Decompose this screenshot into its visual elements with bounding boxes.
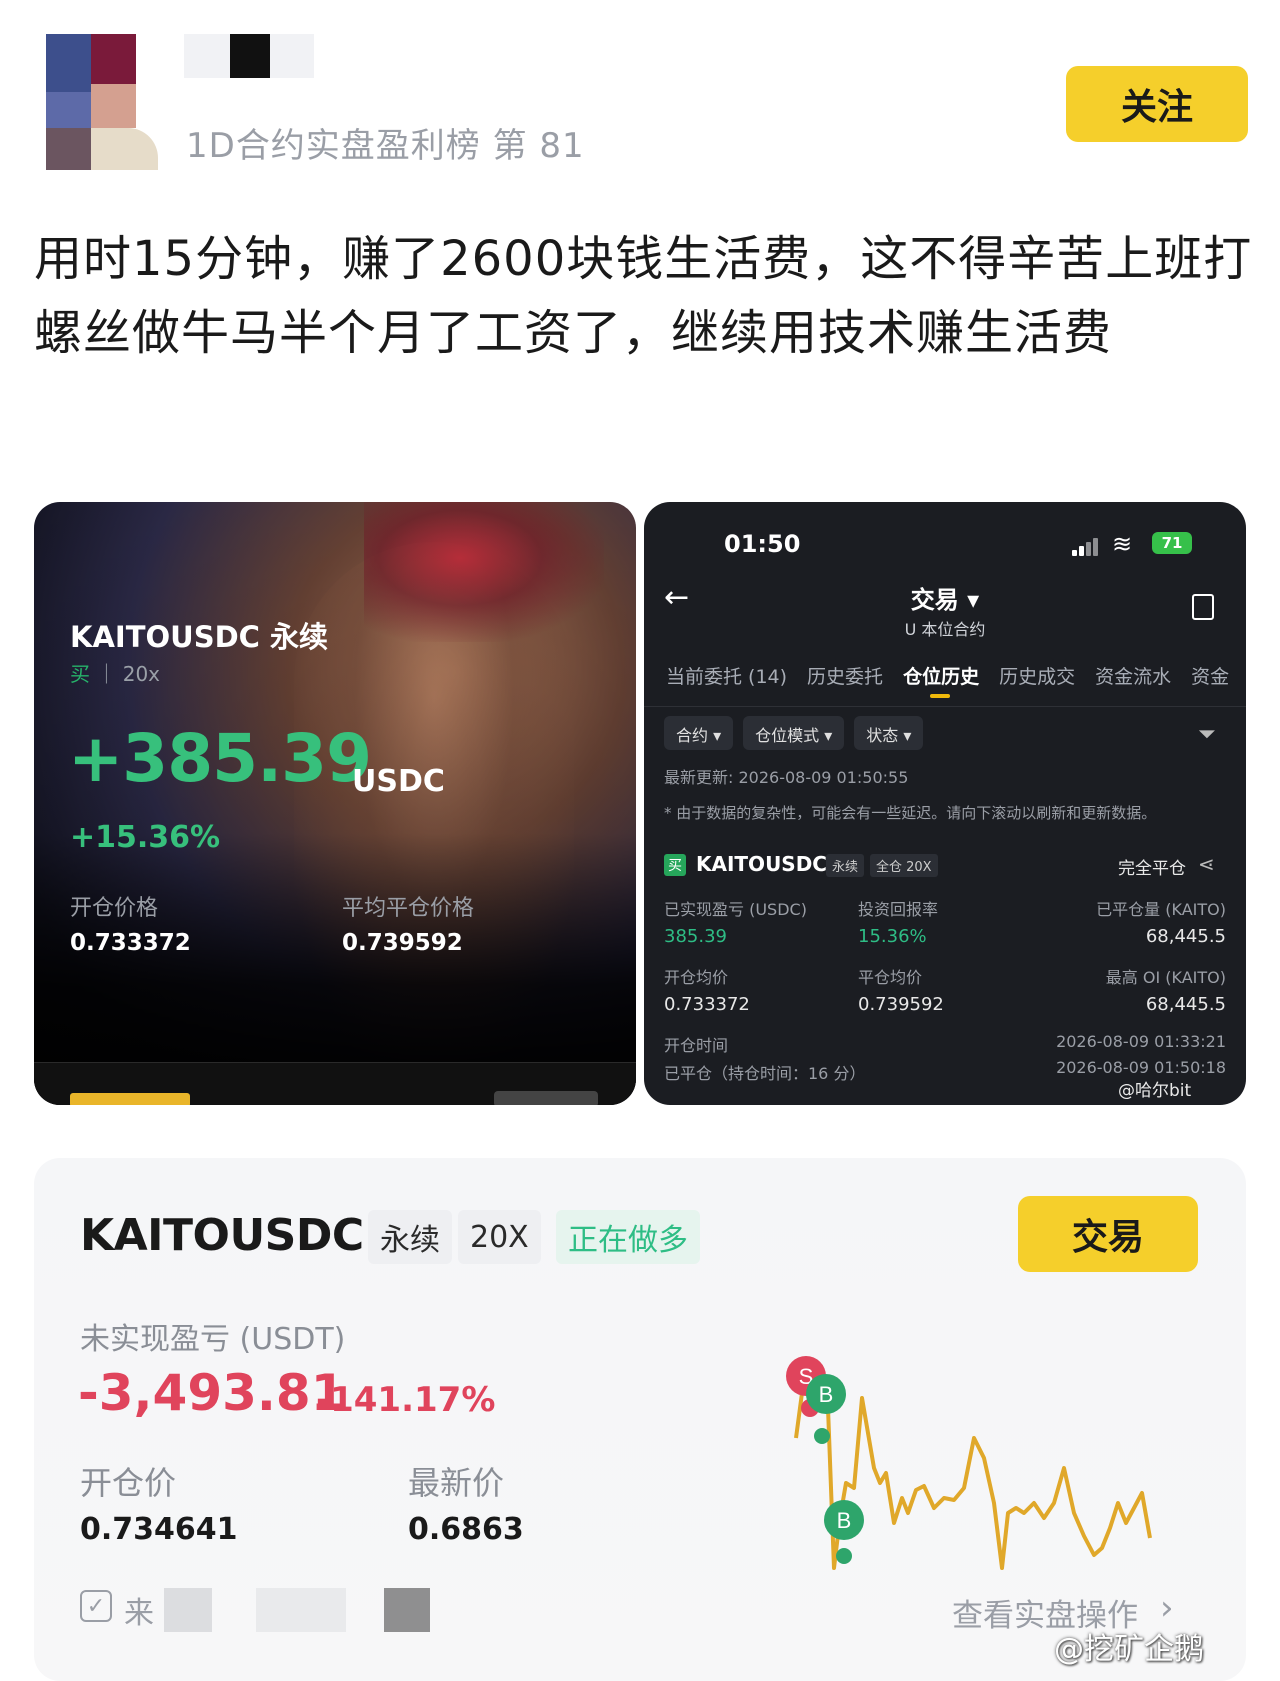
entry-price-value: 0.734641 [80, 1512, 238, 1547]
last-updated: 最新更新: 2026-08-09 01:50:55 [664, 768, 909, 787]
exit-price-label: 平仓均价 [858, 968, 923, 987]
avatar[interactable] [46, 34, 158, 170]
entry-price-label: 开仓价 [80, 1464, 177, 1502]
position-card-symbol: KAITOUSDC [80, 1210, 364, 1261]
share-card-symbol: KAITOUSDC 永续 [70, 620, 329, 654]
app-title[interactable]: 交易 ▾ [644, 580, 1246, 615]
close-time-value: 2026-08-09 01:50:18 [1056, 1058, 1226, 1077]
follow-button[interactable]: 关注 [1066, 66, 1248, 142]
signal-icon [1072, 538, 1102, 556]
tab-trade-history[interactable]: 历史成交 [999, 662, 1075, 689]
leverage-tag: 20X [458, 1210, 541, 1264]
trade-dot [836, 1548, 852, 1564]
filter-position-mode[interactable]: 仓位模式 ▾ [743, 716, 845, 750]
svg-text:B: B [819, 1382, 834, 1407]
app-subtitle: U 本位合约 [904, 620, 986, 639]
back-arrow-icon[interactable]: ← [664, 580, 689, 615]
tab-position-history[interactable]: 仓位历史 [903, 662, 979, 689]
last-price-value: 0.6863 [408, 1512, 524, 1547]
post-text: 用时15分钟，赚了2600块钱生活费，这不得辛苦上班打螺丝做牛马半个月了工资了，… [34, 231, 1253, 361]
open-time-label: 开仓时间 [664, 1036, 729, 1055]
share-icon[interactable]: ⋖ [1198, 852, 1215, 876]
share-card-close-label: 平均平仓价格 [342, 896, 475, 921]
unrealized-pnl-pct: -141.17% [316, 1380, 496, 1420]
roi-value: 15.36% [858, 926, 927, 947]
svg-text:B: B [837, 1508, 852, 1533]
redacted-block [256, 1588, 346, 1632]
username-redacted [184, 30, 324, 84]
app-screenshot-image[interactable]: 01:50 ≋ 71 交易 ▾ ← U 本位合约 当前委托 (14) 历史委托 仓位… [644, 502, 1246, 1105]
rank-badge-text: 1D合约实盘盈利榜 第 81 [186, 126, 585, 166]
download-icon[interactable] [1192, 594, 1214, 620]
share-card-footer [34, 1062, 636, 1105]
perpetual-tag: 永续 [826, 854, 865, 877]
long-status-tag: 正在做多 [556, 1210, 700, 1264]
share-card-pnl-unit: USDC [352, 764, 445, 799]
source-label: 来 [124, 1596, 154, 1631]
filter-bar: 合约 ▾ 仓位模式 ▾ 状态 ▾ [664, 716, 933, 750]
status-bar-time: 01:50 [724, 530, 801, 558]
margin-mode-tag: 全仓 20X [870, 854, 938, 877]
price-sparkline: S B B [786, 1356, 1152, 1570]
entry-price-value: 0.733372 [664, 994, 750, 1015]
unrealized-pnl-value: -3,493.81 [78, 1364, 346, 1422]
closed-qty-label: 已平仓量 (KAITO) [1096, 900, 1226, 919]
last-price-label: 最新价 [408, 1464, 505, 1502]
exit-price-value: 0.739592 [858, 994, 944, 1015]
weibo-watermark: @挖矿企鹅 [1054, 1632, 1204, 1667]
position-symbol: KAITOUSDC [696, 852, 827, 876]
trade-marker-buy: B [824, 1500, 864, 1540]
realized-pnl-label: 已实现盈亏 (USDC) [664, 900, 807, 919]
post-header: 1D合约实盘盈利榜 第 81 关注 [0, 0, 1280, 190]
close-status: 完全平仓 [1118, 859, 1186, 879]
tab-order-history[interactable]: 历史委托 [807, 662, 883, 689]
tab-funds[interactable]: 资金 [1191, 662, 1229, 689]
entry-price-label: 开仓均价 [664, 968, 729, 987]
image-watermark: @哈尔bit [1118, 1081, 1192, 1101]
chevron-right-icon[interactable]: › [1160, 1588, 1174, 1628]
realized-pnl-value: 385.39 [664, 926, 727, 947]
trade-marker-buy: B [806, 1374, 846, 1414]
share-card-image[interactable]: KAITOUSDC 永续 买 ｜ 20x +385.39 USDC +15.36… [34, 502, 636, 1105]
live-position-card[interactable]: KAITOUSDC 永续 20X 正在做多 交易 未实现盈亏 (USDT) -3… [34, 1158, 1246, 1681]
trade-button[interactable]: 交易 [1018, 1196, 1198, 1272]
filter-contract[interactable]: 合约 ▾ [664, 716, 734, 750]
redacted-block [164, 1588, 212, 1632]
unrealized-pnl-label: 未实现盈亏 (USDT) [80, 1322, 346, 1357]
share-card-close-value: 0.739592 [342, 930, 463, 956]
verified-shield-icon: ✓ [80, 1590, 112, 1622]
roi-label: 投资回报率 [858, 900, 939, 919]
battery-icon: 71 [1152, 532, 1192, 554]
tab-transactions[interactable]: 资金流水 [1095, 662, 1171, 689]
max-oi-label: 最高 OI (KAITO) [1105, 968, 1226, 987]
filter-funnel-icon[interactable]: ⏷ [1198, 722, 1216, 747]
tab-open-orders[interactable]: 当前委托 (14) [666, 662, 787, 689]
closed-qty-value: 68,445.5 [1145, 926, 1226, 947]
redacted-block [384, 1588, 430, 1632]
share-card-open-value: 0.733372 [70, 930, 191, 956]
perpetual-tag: 永续 [368, 1210, 452, 1264]
history-tabs: 当前委托 (14) 历史委托 仓位历史 历史成交 资金流水 资金 [666, 662, 1246, 689]
share-card-open-label: 开仓价格 [70, 896, 159, 921]
active-tab-indicator [930, 694, 950, 698]
delay-note: * 由于数据的复杂性，可能会有一些延迟。请向下滚动以刷新和更新数据。 [664, 804, 1157, 822]
share-card-pnl-pct: +15.36% [70, 820, 221, 855]
wifi-icon: ≋ [1112, 530, 1133, 558]
max-oi-value: 68,445.5 [1145, 994, 1226, 1015]
share-card-side: 买 ｜ 20x [70, 662, 161, 686]
filter-status[interactable]: 状态 ▾ [854, 716, 924, 750]
open-time-value: 2026-08-09 01:33:21 [1056, 1032, 1226, 1051]
closed-duration-label: 已平仓（持仓时间：16 分） [664, 1064, 866, 1083]
trade-dot [814, 1428, 830, 1444]
share-card-pnl: +385.39 [68, 720, 372, 797]
buy-badge: 买 [664, 854, 686, 876]
